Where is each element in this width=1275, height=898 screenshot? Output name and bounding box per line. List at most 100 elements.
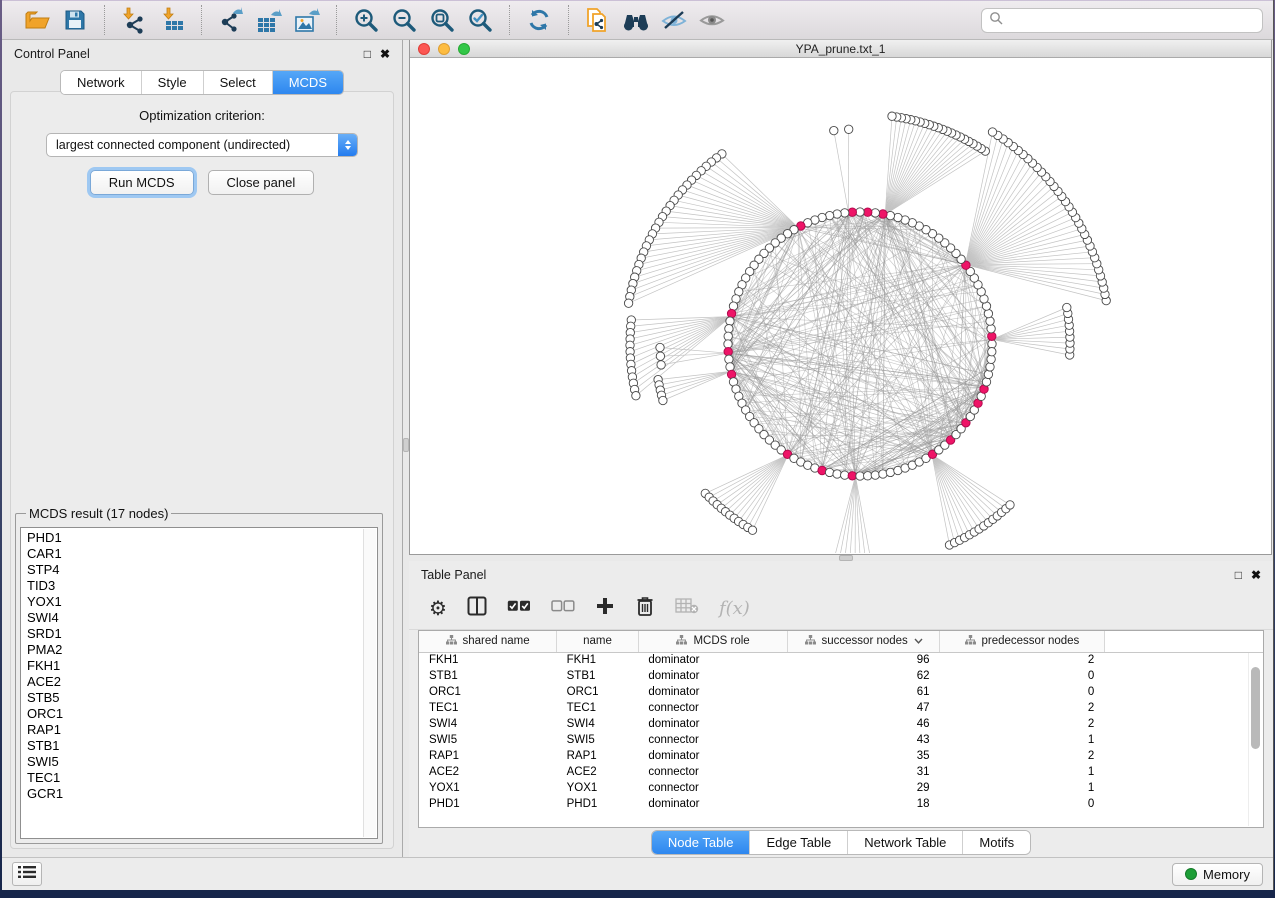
mcds-result-item[interactable]: SWI4 bbox=[27, 610, 377, 626]
zoom-selected-button[interactable] bbox=[465, 5, 495, 35]
cell-shared-name[interactable]: ORC1 bbox=[419, 684, 557, 700]
cell-predecessor-nodes[interactable]: 2 bbox=[940, 700, 1105, 716]
cell-shared-name[interactable]: YOX1 bbox=[419, 780, 557, 796]
mcds-result-item[interactable]: PHD1 bbox=[27, 530, 377, 546]
cell-name[interactable]: STB1 bbox=[557, 668, 639, 684]
cell-shared-name[interactable]: PHD1 bbox=[419, 796, 557, 812]
cell-MCDS-role[interactable]: dominator bbox=[638, 796, 787, 812]
table-row[interactable]: ORC1ORC1dominator610 bbox=[419, 684, 1263, 700]
cell-name[interactable]: ORC1 bbox=[557, 684, 639, 700]
show-all-button[interactable] bbox=[697, 5, 727, 35]
cell-MCDS-role[interactable]: dominator bbox=[638, 684, 787, 700]
tab-edge-table[interactable]: Edge Table bbox=[749, 831, 847, 854]
cell-MCDS-role[interactable]: connector bbox=[638, 732, 787, 748]
close-panel-icon[interactable]: ✖ bbox=[380, 47, 390, 61]
cell-successor-nodes[interactable]: 18 bbox=[788, 796, 940, 812]
cell-successor-nodes[interactable]: 29 bbox=[788, 780, 940, 796]
splitter-grip[interactable] bbox=[839, 555, 853, 561]
tab-node-table[interactable]: Node Table bbox=[652, 831, 750, 854]
select-all-button[interactable] bbox=[507, 599, 531, 618]
save-session-button[interactable] bbox=[60, 5, 90, 35]
column-header-predecessor-nodes[interactable]: predecessor nodes bbox=[940, 631, 1105, 652]
mcds-result-item[interactable]: RAP1 bbox=[27, 722, 377, 738]
hide-selected-button[interactable] bbox=[659, 5, 689, 35]
table-row[interactable]: SWI4SWI4dominator462 bbox=[419, 716, 1263, 732]
cell-predecessor-nodes[interactable]: 0 bbox=[940, 684, 1105, 700]
cell-shared-name[interactable]: SWI5 bbox=[419, 732, 557, 748]
vertical-splitter[interactable] bbox=[403, 40, 409, 857]
horizontal-splitter[interactable] bbox=[409, 555, 1273, 561]
cell-predecessor-nodes[interactable]: 2 bbox=[940, 716, 1105, 732]
mcds-result-item[interactable]: ACE2 bbox=[27, 674, 377, 690]
close-panel-icon[interactable]: ✖ bbox=[1251, 568, 1261, 582]
float-panel-icon[interactable]: □ bbox=[364, 47, 371, 61]
cell-shared-name[interactable]: TEC1 bbox=[419, 700, 557, 716]
table-row[interactable]: YOX1YOX1connector291 bbox=[419, 780, 1263, 796]
column-header-successor-nodes[interactable]: successor nodes bbox=[788, 631, 940, 652]
close-panel-button[interactable]: Close panel bbox=[208, 170, 315, 195]
column-header-shared-name[interactable]: shared name bbox=[419, 631, 557, 652]
mcds-list-scrollbar[interactable] bbox=[363, 529, 376, 837]
cell-name[interactable]: SWI4 bbox=[557, 716, 639, 732]
new-network-from-selection-button[interactable] bbox=[583, 5, 613, 35]
mcds-result-item[interactable]: STB5 bbox=[27, 690, 377, 706]
cell-MCDS-role[interactable]: dominator bbox=[638, 668, 787, 684]
import-table-button[interactable] bbox=[157, 5, 187, 35]
table-row[interactable]: STB1STB1dominator620 bbox=[419, 668, 1263, 684]
deselect-all-button[interactable] bbox=[551, 599, 575, 618]
column-header-name[interactable]: name bbox=[557, 631, 639, 652]
splitter-grip[interactable] bbox=[403, 438, 409, 452]
cell-successor-nodes[interactable]: 47 bbox=[788, 700, 940, 716]
cell-MCDS-role[interactable]: dominator bbox=[638, 748, 787, 764]
cell-successor-nodes[interactable]: 62 bbox=[788, 668, 940, 684]
zoom-out-button[interactable] bbox=[389, 5, 419, 35]
import-network-button[interactable] bbox=[119, 5, 149, 35]
float-panel-icon[interactable]: □ bbox=[1235, 568, 1242, 582]
cell-name[interactable]: SWI5 bbox=[557, 732, 639, 748]
network-graph[interactable] bbox=[410, 58, 1271, 553]
cell-predecessor-nodes[interactable]: 1 bbox=[940, 780, 1105, 796]
cell-name[interactable]: FKH1 bbox=[557, 652, 639, 668]
scrollbar-thumb[interactable] bbox=[1251, 667, 1260, 749]
cell-successor-nodes[interactable]: 96 bbox=[788, 652, 940, 668]
create-column-button[interactable] bbox=[595, 596, 615, 621]
cell-predecessor-nodes[interactable]: 0 bbox=[940, 796, 1105, 812]
tab-mcds[interactable]: MCDS bbox=[272, 71, 343, 94]
tab-style[interactable]: Style bbox=[141, 71, 203, 94]
run-mcds-button[interactable]: Run MCDS bbox=[90, 170, 194, 195]
cell-name[interactable]: RAP1 bbox=[557, 748, 639, 764]
optimization-criterion-select[interactable]: largest connected component (undirected) bbox=[46, 133, 358, 157]
tab-select[interactable]: Select bbox=[203, 71, 272, 94]
cell-shared-name[interactable]: SWI4 bbox=[419, 716, 557, 732]
cell-predecessor-nodes[interactable]: 0 bbox=[940, 668, 1105, 684]
tab-network[interactable]: Network bbox=[61, 71, 141, 94]
mcds-result-item[interactable]: TID3 bbox=[27, 578, 377, 594]
delete-column-button[interactable] bbox=[635, 595, 655, 622]
cell-MCDS-role[interactable]: dominator bbox=[638, 716, 787, 732]
open-session-button[interactable] bbox=[22, 5, 52, 35]
cell-name[interactable]: PHD1 bbox=[557, 796, 639, 812]
show-columns-button[interactable] bbox=[467, 596, 487, 621]
memory-button[interactable]: Memory bbox=[1172, 863, 1263, 886]
cell-shared-name[interactable]: STB1 bbox=[419, 668, 557, 684]
first-neighbors-button[interactable] bbox=[621, 5, 651, 35]
network-canvas[interactable] bbox=[410, 58, 1271, 554]
mcds-result-list[interactable]: PHD1CAR1STP4TID3YOX1SWI4SRD1PMA2FKH1ACE2… bbox=[20, 527, 378, 839]
table-row[interactable]: FKH1FKH1dominator962 bbox=[419, 652, 1263, 668]
table-row[interactable]: PHD1PHD1dominator180 bbox=[419, 796, 1263, 812]
mcds-result-item[interactable]: TEC1 bbox=[27, 770, 377, 786]
cell-MCDS-role[interactable]: connector bbox=[638, 764, 787, 780]
cell-name[interactable]: TEC1 bbox=[557, 700, 639, 716]
mcds-result-item[interactable]: FKH1 bbox=[27, 658, 377, 674]
column-header-MCDS-role[interactable]: MCDS role bbox=[638, 631, 787, 652]
cell-MCDS-role[interactable]: connector bbox=[638, 780, 787, 796]
tab-motifs[interactable]: Motifs bbox=[962, 831, 1030, 854]
network-window-titlebar[interactable]: YPA_prune.txt_1 bbox=[410, 40, 1271, 58]
cell-successor-nodes[interactable]: 43 bbox=[788, 732, 940, 748]
cell-predecessor-nodes[interactable]: 1 bbox=[940, 732, 1105, 748]
table-row[interactable]: TEC1TEC1connector472 bbox=[419, 700, 1263, 716]
export-network-button[interactable] bbox=[216, 5, 246, 35]
zoom-fit-button[interactable] bbox=[427, 5, 457, 35]
cell-shared-name[interactable]: RAP1 bbox=[419, 748, 557, 764]
cell-name[interactable]: YOX1 bbox=[557, 780, 639, 796]
